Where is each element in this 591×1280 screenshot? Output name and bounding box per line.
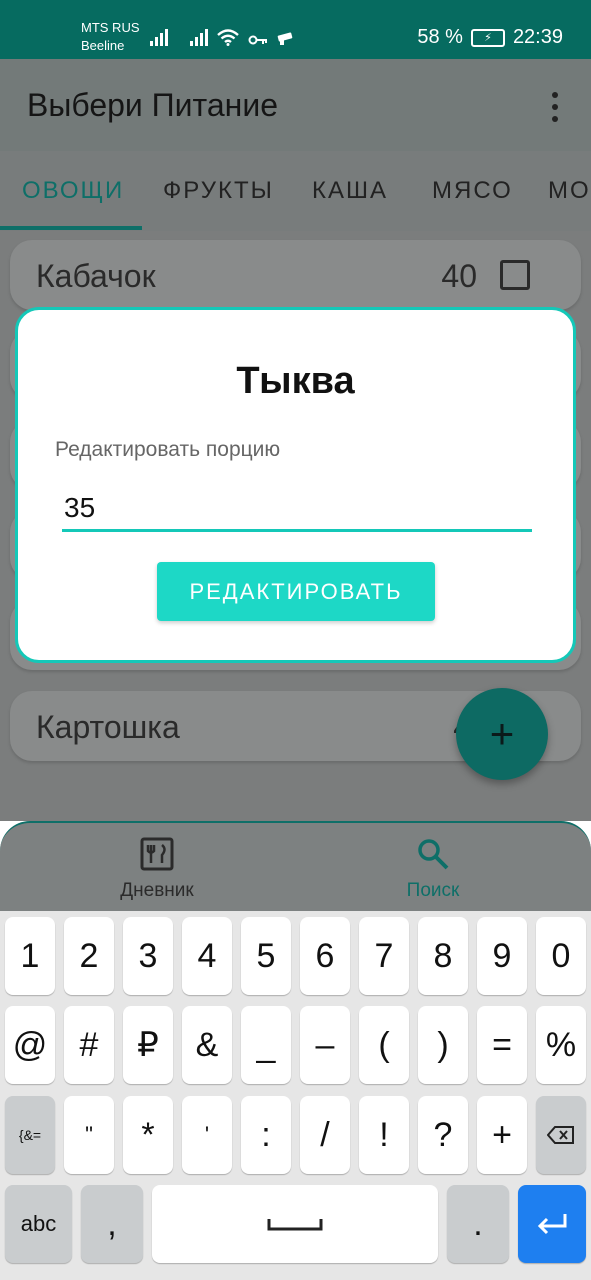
status-right: 58 % ⚡ 22:39: [417, 26, 563, 49]
key-1[interactable]: 1: [5, 917, 55, 995]
key-3[interactable]: 3: [123, 917, 173, 995]
key-at[interactable]: @: [5, 1006, 55, 1084]
battery-percent: 58 %: [417, 26, 463, 48]
key-period[interactable]: .: [447, 1185, 509, 1263]
app-bar: Выбери Питание: [0, 59, 591, 151]
key-quote[interactable]: ": [64, 1096, 114, 1174]
key-ruble[interactable]: ₽: [123, 1006, 173, 1084]
backspace-icon: [547, 1126, 574, 1144]
carrier-info: MTS RUS Beeline: [81, 19, 140, 55]
tab-fruits[interactable]: ФРУКТЫ: [163, 177, 274, 205]
portion-input[interactable]: [62, 486, 532, 532]
key-apostrophe[interactable]: ': [182, 1096, 232, 1174]
battery-charging-icon: ⚡: [470, 28, 505, 47]
key-9[interactable]: 9: [477, 917, 527, 995]
key-ampersand[interactable]: &: [182, 1006, 232, 1084]
carrier-1: MTS RUS: [81, 20, 140, 35]
item-checkbox[interactable]: [500, 260, 530, 290]
search-icon: [418, 839, 449, 870]
key-hash[interactable]: #: [64, 1006, 114, 1084]
key-0[interactable]: 0: [536, 917, 586, 995]
key-6[interactable]: 6: [300, 917, 350, 995]
dialog-label: Редактировать порцию: [55, 438, 281, 461]
category-tabs: ОВОЩИ ФРУКТЫ КАША МЯСО МО: [0, 151, 591, 231]
app-title: Выбери Питание: [27, 87, 278, 123]
key-comma[interactable]: ,: [81, 1185, 143, 1263]
item-name: Картошка: [36, 709, 180, 745]
key-abc[interactable]: abc: [5, 1185, 72, 1263]
nav-search-label: Поиск: [406, 880, 460, 901]
signal-icon: [150, 28, 168, 46]
key-4[interactable]: 4: [182, 917, 232, 995]
carrier-2: Beeline: [81, 38, 125, 53]
edit-portion-dialog: Тыква Редактировать порцию РЕДАКТИРОВАТЬ: [15, 307, 576, 663]
enter-icon: [537, 1214, 567, 1235]
key-8[interactable]: 8: [418, 917, 468, 995]
nav-search[interactable]: Поиск: [333, 837, 533, 902]
tab-meat[interactable]: МЯСО: [432, 177, 513, 205]
nfc-icon: [277, 32, 293, 45]
status-icons: [150, 26, 294, 46]
key-dash[interactable]: –: [300, 1006, 350, 1084]
bottom-navigation: Дневник Поиск: [0, 821, 591, 911]
key-enter[interactable]: [518, 1185, 586, 1263]
tab-indicator: [0, 226, 142, 230]
key-underscore[interactable]: _: [241, 1006, 291, 1084]
dialog-title: Тыква: [236, 360, 355, 402]
clock: 22:39: [512, 26, 563, 48]
key-colon[interactable]: :: [241, 1096, 291, 1174]
signal-icon-2: [190, 28, 208, 46]
keyboard: 1 2 3 4 5 6 7 8 9 0 @ # ₽ & _ – ( ) = % …: [0, 911, 591, 1280]
item-value: 40: [441, 258, 477, 294]
key-symbols[interactable]: {&=: [5, 1096, 55, 1174]
key-7[interactable]: 7: [359, 917, 409, 995]
key-paren-open[interactable]: (: [359, 1006, 409, 1084]
nav-diary-label: Дневник: [120, 880, 194, 901]
space-icon: [267, 1219, 323, 1231]
tab-vegetables[interactable]: ОВОЩИ: [22, 177, 124, 205]
key-plus[interactable]: +: [477, 1096, 527, 1174]
key-paren-close[interactable]: ): [418, 1006, 468, 1084]
item-name: Кабачок: [36, 258, 156, 294]
status-bar: MTS RUS Beeline 58 % ⚡ 22:39: [0, 0, 591, 59]
edit-button[interactable]: РЕДАКТИРОВАТЬ: [157, 562, 435, 621]
key-backspace[interactable]: [536, 1096, 586, 1174]
key-slash[interactable]: /: [300, 1096, 350, 1174]
key-5[interactable]: 5: [241, 917, 291, 995]
list-item[interactable]: Кабачок 40: [10, 240, 581, 310]
key-question[interactable]: ?: [418, 1096, 468, 1174]
more-options-icon[interactable]: [543, 89, 567, 125]
key-icon: [248, 35, 267, 45]
nav-diary[interactable]: Дневник: [57, 837, 257, 902]
tab-more[interactable]: МО: [548, 177, 591, 205]
add-button[interactable]: +: [456, 688, 548, 780]
key-space[interactable]: [152, 1185, 438, 1263]
tab-porridge[interactable]: КАША: [312, 177, 388, 205]
key-asterisk[interactable]: *: [123, 1096, 173, 1174]
key-percent[interactable]: %: [536, 1006, 586, 1084]
restaurant-menu-icon: [140, 837, 174, 871]
key-equals[interactable]: =: [477, 1006, 527, 1084]
key-exclamation[interactable]: !: [359, 1096, 409, 1174]
key-2[interactable]: 2: [64, 917, 114, 995]
wifi-icon: [217, 29, 239, 46]
